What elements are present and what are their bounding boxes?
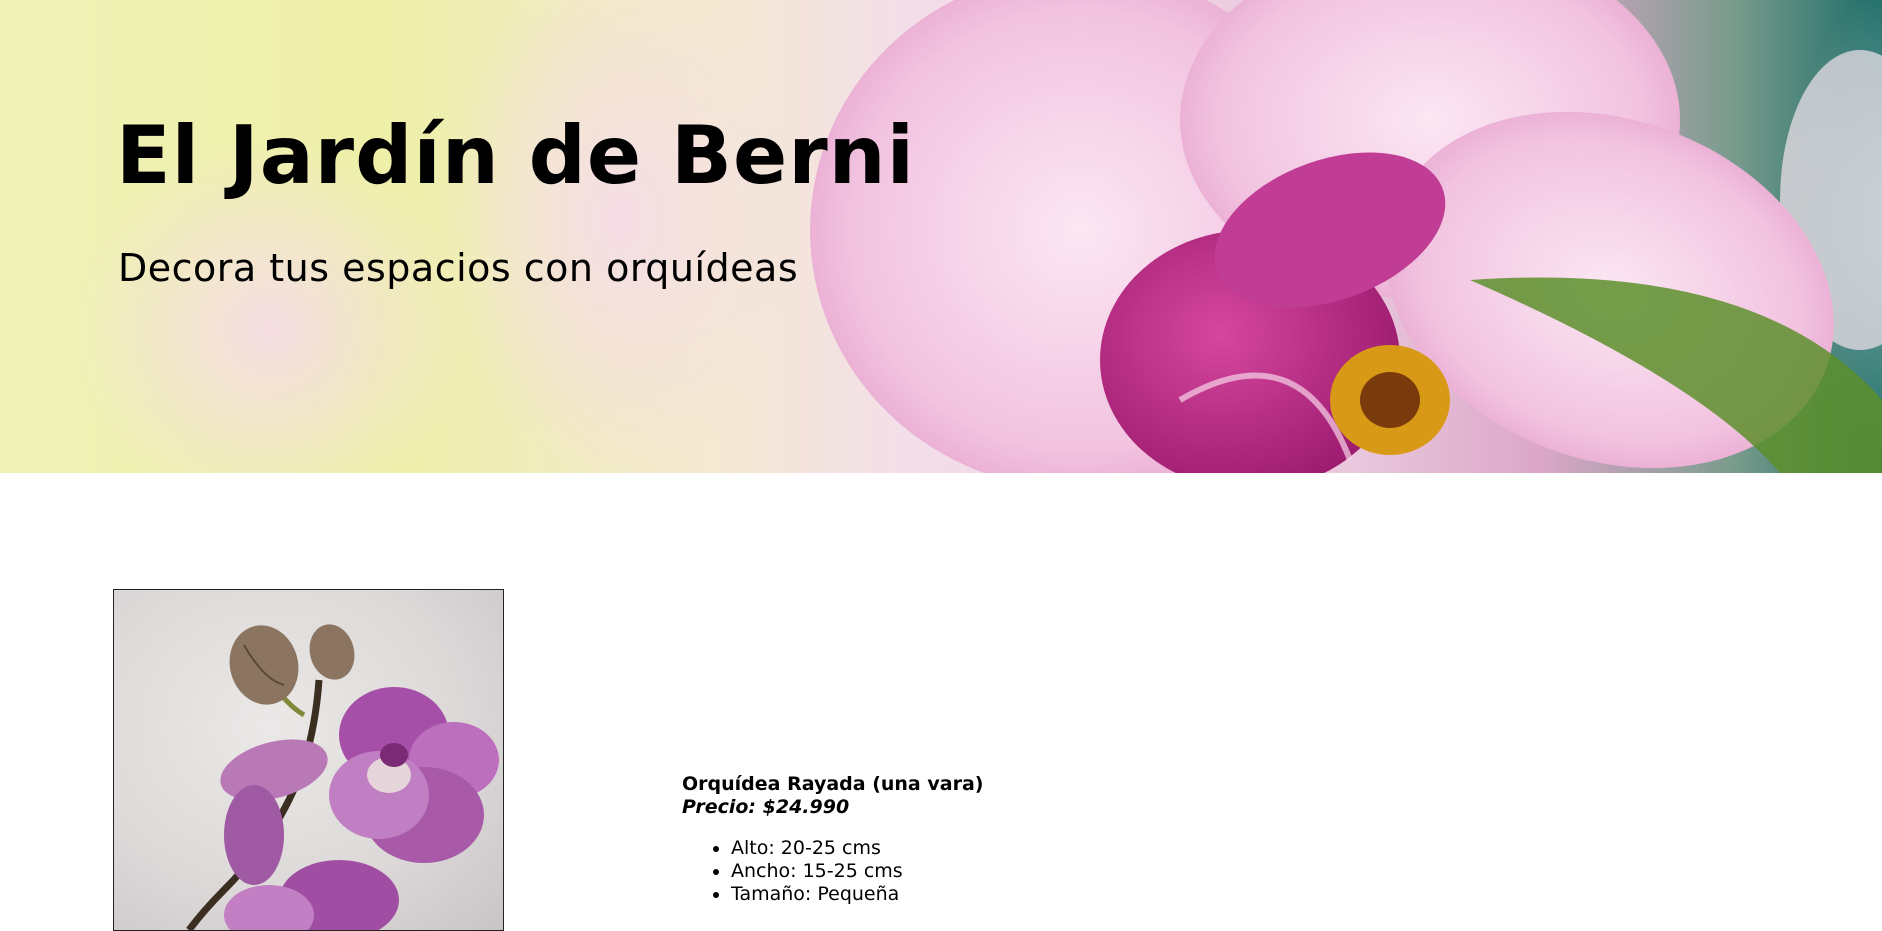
orchid-product-image — [186, 624, 499, 930]
product-card: Orquídea Rayada (una vara) Precio: $24.9… — [113, 589, 1813, 931]
product-price: Precio: $24.990 — [682, 796, 850, 818]
spec-height: Alto: 20-25 cms — [731, 837, 983, 860]
hero-banner: El Jardín de Berni Decora tus espacios c… — [0, 0, 1882, 473]
product-info: Orquídea Rayada (una vara) Precio: $24.9… — [682, 773, 983, 906]
product-name: Orquídea Rayada (una vara) — [682, 773, 984, 795]
product-image — [113, 589, 504, 931]
site-subtitle: Decora tus espacios con orquídeas — [118, 246, 799, 290]
hero-text: El Jardín de Berni Decora tus espacios c… — [116, 108, 915, 292]
product-specs-list: Alto: 20-25 cms Ancho: 15-25 cms Tamaño:… — [682, 837, 983, 906]
spec-size: Tamaño: Pequeña — [731, 883, 983, 906]
spec-width: Ancho: 15-25 cms — [731, 860, 983, 883]
site-title: El Jardín de Berni — [116, 109, 916, 202]
